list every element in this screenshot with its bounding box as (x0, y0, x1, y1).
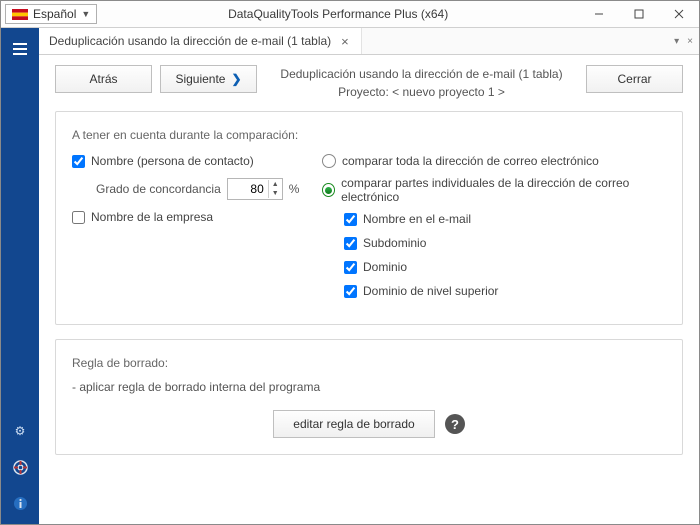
checkbox-part-domain[interactable]: Dominio (344, 260, 666, 274)
titlebar: Español ▼ DataQualityTools Performance P… (1, 1, 699, 28)
flag-icon (12, 9, 28, 20)
radio-compare-full[interactable]: comparar toda la dirección de correo ele… (322, 154, 666, 168)
delete-rule-desc: - aplicar regla de borrado interna del p… (72, 380, 666, 394)
radio-icon (322, 154, 336, 168)
page: Atrás Siguiente ❯ Deduplicación usando l… (39, 55, 699, 524)
page-title: Deduplicación usando la dirección de e-m… (265, 65, 578, 83)
delete-rule-panel: Regla de borrado: - aplicar regla de bor… (55, 339, 683, 455)
info-icon (13, 496, 28, 511)
back-button[interactable]: Atrás (55, 65, 152, 93)
checkbox-part-subdomain[interactable]: Subdominio (344, 236, 666, 250)
radio-selected-icon (322, 183, 335, 197)
chevron-right-icon: ❯ (231, 72, 241, 86)
minimize-button[interactable] (579, 2, 619, 26)
concordance-input[interactable] (228, 182, 268, 196)
comparison-panel: A tener en cuenta durante la comparación… (55, 111, 683, 325)
maximize-button[interactable] (619, 2, 659, 26)
wizard-header: Atrás Siguiente ❯ Deduplicación usando l… (49, 61, 689, 111)
content-area: Deduplicación usando la dirección de e-m… (39, 28, 699, 524)
checkbox-company-name-input[interactable] (72, 211, 85, 224)
project-label: Proyecto: < nuevo proyecto 1 > (265, 83, 578, 101)
chevron-down-icon: ▼ (81, 9, 90, 19)
checkbox-company-name[interactable]: Nombre de la empresa (72, 210, 302, 224)
sidebar: ⚙ (1, 28, 39, 524)
help-icon[interactable]: ? (445, 414, 465, 434)
gear-icon: ⚙ (15, 424, 26, 438)
checkbox-contact-name[interactable]: Nombre (persona de contacto) (72, 154, 302, 168)
language-selector[interactable]: Español ▼ (5, 4, 97, 24)
tab-close-all-button[interactable]: × (687, 36, 693, 47)
concordance-spinner[interactable]: ▲▼ (227, 178, 283, 200)
tabbar: Deduplicación usando la dirección de e-m… (39, 28, 699, 55)
help-button[interactable] (1, 452, 39, 482)
checkbox-part-tld[interactable]: Dominio de nivel superior (344, 284, 666, 298)
info-button[interactable] (1, 488, 39, 518)
tab-label: Deduplicación usando la dirección de e-m… (49, 34, 331, 48)
delete-rule-title: Regla de borrado: (72, 356, 666, 370)
concordance-label: Grado de concordancia (96, 182, 221, 196)
checkbox-contact-name-input[interactable] (72, 155, 85, 168)
settings-button[interactable]: ⚙ (1, 416, 39, 446)
app-title: DataQualityTools Performance Plus (x64) (97, 7, 579, 21)
spin-up-icon[interactable]: ▲ (269, 180, 282, 189)
concordance-row: Grado de concordancia ▲▼ % (96, 178, 302, 200)
tab-menu-button[interactable]: ▾ (674, 36, 679, 47)
spin-down-icon[interactable]: ▼ (269, 189, 282, 198)
app-window: Español ▼ DataQualityTools Performance P… (0, 0, 700, 525)
menu-button[interactable] (1, 34, 39, 64)
comparison-section-title: A tener en cuenta durante la comparación… (72, 128, 666, 142)
hamburger-icon (12, 42, 28, 56)
concordance-unit: % (289, 182, 300, 196)
tab-dedup[interactable]: Deduplicación usando la dirección de e-m… (39, 28, 362, 54)
edit-delete-rule-button[interactable]: editar regla de borrado (273, 410, 435, 438)
window-controls (579, 2, 699, 26)
next-button[interactable]: Siguiente ❯ (160, 65, 257, 93)
radio-compare-parts[interactable]: comparar partes individuales de la direc… (322, 176, 666, 204)
checkbox-part-name[interactable]: Nombre en el e-mail (344, 212, 666, 226)
language-label: Español (33, 7, 76, 21)
lifebuoy-icon (13, 460, 28, 475)
wizard-title: Deduplicación usando la dirección de e-m… (265, 65, 578, 101)
close-wizard-button[interactable]: Cerrar (586, 65, 683, 93)
close-button[interactable] (659, 2, 699, 26)
tab-close-icon[interactable]: × (339, 34, 351, 49)
